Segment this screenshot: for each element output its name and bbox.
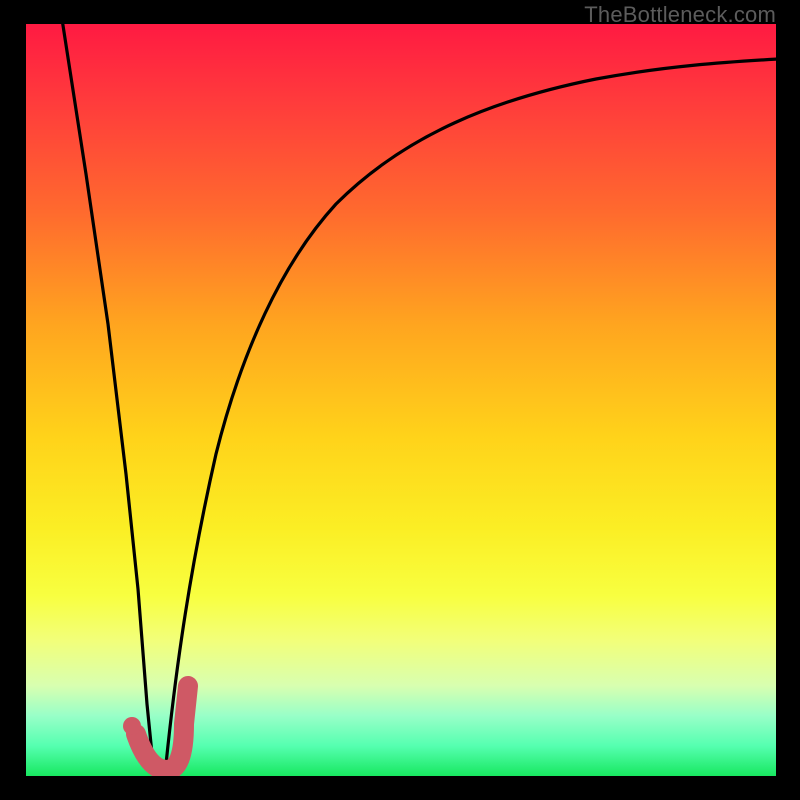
curves-layer: [26, 24, 776, 776]
chart-frame: TheBottleneck.com: [0, 0, 800, 800]
plot-area: [26, 24, 776, 776]
left-curve: [62, 24, 154, 774]
j-marker-dot: [123, 717, 141, 735]
right-curve: [165, 59, 776, 774]
watermark: TheBottleneck.com: [584, 2, 776, 28]
j-marker: [136, 686, 188, 770]
